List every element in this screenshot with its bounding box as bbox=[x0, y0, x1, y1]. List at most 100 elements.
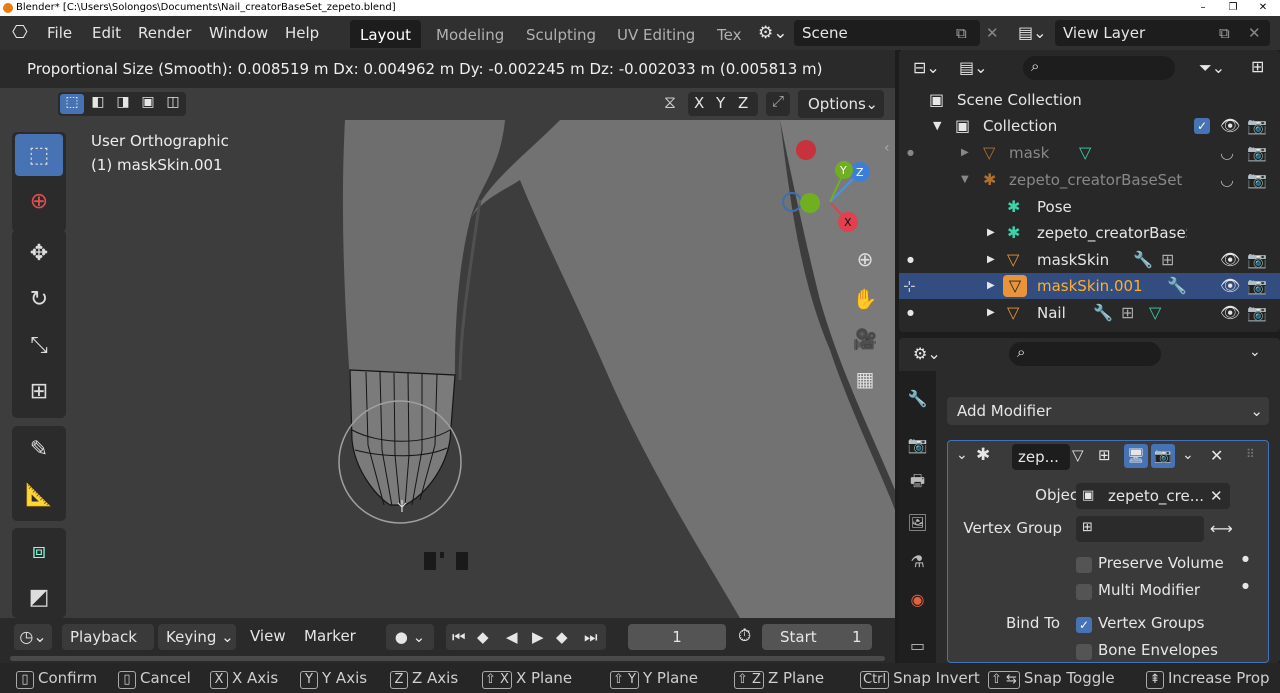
perspective-grid-icon[interactable]: ▦ bbox=[848, 362, 882, 396]
tab-modeling[interactable]: Modeling bbox=[426, 20, 514, 48]
rotate-tool-icon[interactable]: ↻ bbox=[12, 278, 66, 320]
menu-edit[interactable]: Edit bbox=[92, 22, 121, 44]
maximize-button[interactable]: ❐ bbox=[1220, 0, 1246, 16]
expand-arrow-icon[interactable]: ▼ bbox=[961, 167, 969, 193]
view-layer-tab-icon[interactable]: 🖼 bbox=[899, 505, 936, 539]
menu-file[interactable]: File bbox=[47, 22, 72, 44]
eye-icon[interactable]: 👁 bbox=[1220, 273, 1240, 299]
world-tab-icon[interactable]: ◉ bbox=[899, 582, 936, 616]
properties-type-icon[interactable]: ⚙⌄ bbox=[913, 344, 941, 363]
tab-uv-editing[interactable]: UV Editing bbox=[607, 20, 705, 48]
outliner-row-maskskin[interactable]: ● ▶ ▽ maskSkin 🔧 ⊞ 👁 📷 bbox=[899, 247, 1280, 273]
hidden-eye-icon[interactable]: ◡ bbox=[1220, 140, 1234, 166]
measure-tool-icon[interactable]: 📐 bbox=[12, 474, 66, 516]
navigation-gizmo[interactable]: X Z Y bbox=[778, 136, 878, 236]
camera-render-icon[interactable]: 📷 bbox=[1247, 300, 1267, 326]
render-toggle-icon[interactable]: 📷 bbox=[1151, 444, 1175, 468]
jump-start-icon[interactable]: ⏮ bbox=[452, 624, 466, 650]
delete-scene-icon[interactable]: ✕ bbox=[986, 22, 999, 44]
camera-render-icon[interactable]: 📷 bbox=[1247, 273, 1267, 299]
invert-vertex-group-icon[interactable]: ⟷ bbox=[1210, 519, 1233, 538]
add-modifier-dropdown[interactable]: Add Modifier ⌄ bbox=[947, 397, 1269, 425]
select-box-tool-icon[interactable]: ⬚ bbox=[15, 134, 63, 176]
pan-hand-icon[interactable]: ✋ bbox=[848, 282, 882, 316]
remove-modifier-icon[interactable]: ✕ bbox=[1210, 446, 1223, 465]
current-frame-field[interactable]: 1 bbox=[628, 624, 726, 650]
scene-field[interactable]: Scene bbox=[794, 20, 980, 46]
zoom-icon[interactable]: ⊕ bbox=[848, 242, 882, 276]
eye-icon[interactable]: 👁 bbox=[1220, 113, 1240, 139]
stopwatch-icon[interactable]: ⏱ bbox=[738, 626, 751, 646]
camera-render-icon[interactable]: 📷 bbox=[1247, 167, 1267, 193]
tab-sculpting[interactable]: Sculpting bbox=[516, 20, 606, 48]
tab-layout[interactable]: Layout bbox=[350, 20, 421, 48]
tab-texture[interactable]: Tex bbox=[707, 20, 743, 48]
auto-merge-icon[interactable]: ⤢ bbox=[766, 92, 790, 116]
camera-render-icon[interactable]: 📷 bbox=[1247, 140, 1267, 166]
bone-envelopes-checkbox[interactable] bbox=[1076, 644, 1092, 660]
properties-search-input[interactable]: ⌕ bbox=[1009, 342, 1161, 366]
delete-view-layer-icon[interactable]: ✕ bbox=[1248, 22, 1261, 44]
timeline-marker-menu[interactable]: Marker bbox=[304, 627, 356, 645]
camera-render-icon[interactable]: 📷 bbox=[1247, 113, 1267, 139]
close-window-button[interactable]: ✕ bbox=[1250, 0, 1276, 16]
expand-arrow-icon[interactable]: ▶ bbox=[987, 220, 995, 246]
menu-render[interactable]: Render bbox=[138, 22, 191, 44]
sidebar-toggle-icon[interactable]: ‹ bbox=[884, 140, 890, 156]
minimize-button[interactable]: – bbox=[1190, 0, 1216, 16]
select-subtract-icon[interactable]: ◨ bbox=[111, 94, 135, 114]
select-intersect-icon[interactable]: ◫ bbox=[161, 94, 185, 114]
chevron-down-icon[interactable]: ⌄ bbox=[1249, 344, 1261, 360]
play-icon[interactable]: ▶ bbox=[532, 624, 544, 650]
outliner-row-armature-data[interactable]: ▶ ✱ zepeto_creatorBaseSet bbox=[899, 220, 1280, 246]
clear-object-icon[interactable]: ✕ bbox=[1210, 483, 1223, 509]
drag-handle-icon[interactable]: ⠿ bbox=[1246, 447, 1255, 461]
preserve-volume-checkbox[interactable] bbox=[1076, 557, 1092, 573]
tool-tab-icon[interactable]: 🔧 bbox=[899, 381, 936, 415]
outliner-row-armature[interactable]: ▼ ✱ zepeto_creatorBaseSet ◡ 📷 bbox=[899, 167, 1280, 193]
mirror-y-toggle[interactable]: Y bbox=[716, 94, 725, 112]
record-icon[interactable]: ● ⌄ bbox=[386, 624, 434, 650]
eye-icon[interactable]: 👁 bbox=[1220, 247, 1240, 273]
select-new-icon[interactable]: ⬚ bbox=[60, 94, 84, 114]
keying-menu[interactable]: Keying ⌄ bbox=[158, 624, 236, 650]
modifier-menu-chevron-icon[interactable]: ⌄ bbox=[1182, 447, 1194, 463]
outliner-row-maskskin-001[interactable]: ⊹ ▶ ▽ maskSkin.001 🔧 👁 📷 bbox=[899, 273, 1280, 299]
multi-modifier-checkbox[interactable] bbox=[1076, 584, 1092, 600]
mirror-icon[interactable]: ⧖ bbox=[664, 93, 676, 113]
scene-tab-icon[interactable]: ⚗ bbox=[899, 544, 936, 578]
new-view-layer-icon[interactable]: ⧉ bbox=[1219, 22, 1230, 44]
timeline-view-menu[interactable]: View bbox=[250, 627, 286, 645]
scale-tool-icon[interactable]: ⤡ bbox=[12, 324, 66, 366]
outliner-row-nail[interactable]: ● ▶ ▽ Nail 🔧 ⊞ ▽ 👁 📷 bbox=[899, 300, 1280, 326]
expand-arrow-icon[interactable]: ▼ bbox=[933, 113, 941, 139]
mirror-x-toggle[interactable]: X bbox=[694, 94, 704, 112]
hidden-eye-icon[interactable]: ◡ bbox=[1220, 167, 1234, 193]
edit-mode-toggle-icon[interactable]: ▽ bbox=[1072, 446, 1084, 464]
transform-tool-icon[interactable]: ⊞ bbox=[12, 370, 66, 412]
extrude-tool-icon[interactable]: ◩ bbox=[12, 576, 66, 618]
timeline-scrollbar[interactable] bbox=[10, 656, 885, 661]
scene-icon[interactable]: ⚙⌄ bbox=[758, 22, 787, 44]
expand-arrow-icon[interactable]: ▶ bbox=[987, 300, 995, 326]
3d-viewport[interactable]: Proportional Size (Smooth): 0.008519 m D… bbox=[0, 50, 895, 618]
collapse-arrow-icon[interactable]: ⌄ bbox=[956, 447, 968, 463]
blender-menu-icon[interactable]: ⎔ bbox=[12, 22, 28, 44]
expand-arrow-icon[interactable]: ▶ bbox=[987, 247, 995, 273]
expand-arrow-icon[interactable]: ▶ bbox=[961, 140, 969, 166]
annotate-tool-icon[interactable]: ✎ bbox=[12, 428, 66, 470]
keyframe-dot-icon[interactable]: ● bbox=[1242, 554, 1249, 563]
mirror-z-toggle[interactable]: Z bbox=[738, 94, 748, 112]
new-scene-icon[interactable]: ⧉ bbox=[956, 22, 967, 44]
options-dropdown[interactable]: Options ⌄ bbox=[798, 90, 884, 118]
move-tool-icon[interactable]: ✥ bbox=[12, 232, 66, 274]
menu-help[interactable]: Help bbox=[285, 22, 319, 44]
eye-icon[interactable]: 👁 bbox=[1220, 300, 1240, 326]
view-layer-field[interactable]: View Layer bbox=[1055, 20, 1270, 46]
outliner-row-collection[interactable]: ▼ ▣ Collection ✓ 👁 📷 bbox=[899, 113, 1280, 139]
view-layer-icon[interactable]: ▤⌄ bbox=[1018, 22, 1047, 44]
outliner-search-input[interactable]: ⌕ bbox=[1023, 56, 1175, 80]
display-mode-icon[interactable]: ▤⌄ bbox=[959, 58, 988, 77]
jump-end-icon[interactable]: ⏭ bbox=[584, 624, 598, 650]
select-invert-icon[interactable]: ▣ bbox=[136, 94, 160, 114]
